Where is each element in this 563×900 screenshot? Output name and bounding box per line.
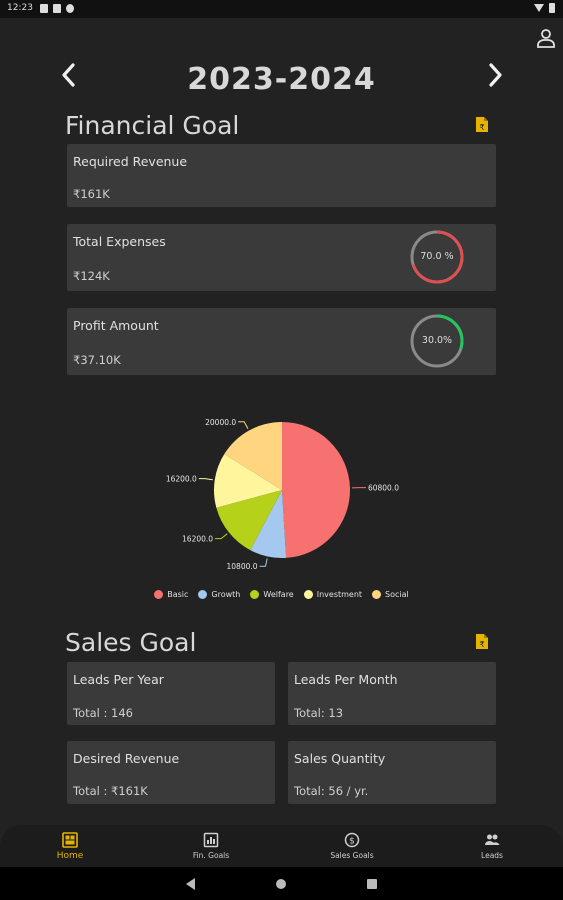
- card-label: Leads Per Month: [294, 672, 398, 687]
- bottom-navigation: Home Fin. Goals $ Sales Goals Leads: [0, 825, 563, 867]
- legend-label: Social: [385, 590, 409, 599]
- required-revenue-card[interactable]: Required Revenue ₹161K: [67, 144, 496, 207]
- legend-swatch: [372, 590, 382, 599]
- card-value: Total : ₹161K: [73, 784, 148, 798]
- expense-pie-chart: 60800.0 10800.0 16200.0 16200.0 20000.0: [166, 418, 399, 571]
- legend-swatch: [154, 590, 164, 599]
- status-time: 12:23: [7, 3, 33, 13]
- sales-goal-title: Sales Goal: [65, 628, 197, 657]
- finance-goals-icon: [203, 832, 219, 848]
- card-label: Leads Per Year: [73, 672, 164, 687]
- legend-swatch: [250, 590, 260, 599]
- sync-icon: [66, 4, 74, 13]
- tab-sales-goals[interactable]: $ Sales Goals: [282, 825, 422, 867]
- leads-per-year-card[interactable]: Leads Per Year Total : 146: [67, 662, 275, 725]
- legend-label: Welfare: [263, 590, 294, 599]
- card-value: Total: 56 / yr.: [294, 784, 369, 798]
- financial-goal-title: Financial Goal: [65, 111, 240, 140]
- pie-leader-line: [198, 478, 213, 481]
- pie-data-label: 20000.0: [205, 418, 236, 427]
- notification-icons: [40, 4, 74, 13]
- pie-slice-basic[interactable]: [282, 422, 350, 558]
- dollar-circle-icon: $: [344, 832, 360, 848]
- profit-percent-text: 30.0%: [421, 335, 453, 346]
- legend-swatch: [198, 590, 208, 599]
- svg-text:$: $: [349, 837, 355, 847]
- legend-label: Investment: [316, 590, 363, 599]
- card-label: Sales Quantity: [294, 751, 386, 766]
- svg-text:₹: ₹: [479, 123, 484, 132]
- profile-icon[interactable]: [536, 28, 556, 48]
- tab-fin-goals[interactable]: Fin. Goals: [141, 825, 281, 867]
- pie-leader-line: [259, 558, 268, 567]
- sd-card-icon: [53, 4, 61, 13]
- people-icon: [485, 834, 500, 845]
- tab-label: Home: [56, 851, 84, 861]
- svg-text:₹: ₹: [479, 640, 484, 649]
- battery-icon: [549, 3, 555, 13]
- legend-item-growth[interactable]: Growth: [198, 590, 240, 599]
- profit-amount-card[interactable]: Profit Amount ₹37.10K 30.0%: [67, 308, 496, 375]
- tab-home[interactable]: Home: [0, 825, 140, 867]
- card-value: ₹37.10K: [73, 353, 121, 367]
- desired-revenue-card[interactable]: Desired Revenue Total : ₹161K: [67, 741, 275, 804]
- card-value: Total : 146: [73, 706, 133, 720]
- expenses-percent-text: 70.0 %: [420, 251, 454, 262]
- export-document-icon[interactable]: ₹: [475, 116, 489, 133]
- card-label: Desired Revenue: [73, 751, 180, 766]
- notification-icon: [40, 4, 48, 13]
- pie-data-label: 10800.0: [227, 562, 258, 571]
- fiscal-year-title: 2023-2024: [187, 62, 376, 97]
- card-value: ₹124K: [73, 269, 110, 283]
- pie-leader-line: [215, 533, 228, 540]
- back-icon[interactable]: [186, 878, 195, 890]
- home-dashboard-icon: [62, 832, 78, 848]
- wifi-icon: [534, 4, 544, 12]
- card-value: ₹161K: [73, 187, 110, 201]
- next-year-button[interactable]: [484, 60, 506, 90]
- legend-label: Basic: [167, 590, 189, 599]
- leads-per-month-card[interactable]: Leads Per Month Total: 13: [288, 662, 496, 725]
- pie-legend: Basic Growth Welfare Investment Social: [0, 590, 563, 599]
- pie-data-label: 16200.0: [182, 535, 213, 544]
- pie-data-label: 16200.0: [166, 475, 197, 484]
- card-label: Total Expenses: [73, 234, 166, 249]
- legend-item-welfare[interactable]: Welfare: [250, 590, 294, 599]
- legend-swatch: [303, 590, 313, 599]
- system-navigation-bar: [0, 867, 563, 900]
- pie-data-label: 60800.0: [368, 484, 399, 493]
- system-indicators: [534, 3, 555, 13]
- tab-leads[interactable]: Leads: [422, 825, 562, 867]
- card-label: Profit Amount: [73, 318, 159, 333]
- recents-icon[interactable]: [367, 879, 377, 889]
- tab-label: Sales Goals: [330, 851, 374, 860]
- card-label: Required Revenue: [73, 154, 188, 169]
- home-icon[interactable]: [276, 879, 286, 889]
- legend-item-basic[interactable]: Basic: [154, 590, 188, 599]
- pie-leader-line: [238, 421, 249, 430]
- card-value: Total: 13: [294, 706, 344, 720]
- legend-item-investment[interactable]: Investment: [303, 590, 363, 599]
- sales-quantity-card[interactable]: Sales Quantity Total: 56 / yr.: [288, 741, 496, 804]
- tab-label: Leads: [481, 851, 503, 860]
- total-expenses-card[interactable]: Total Expenses ₹124K 70.0 %: [67, 224, 496, 291]
- export-document-icon[interactable]: ₹: [475, 633, 489, 650]
- status-bar: 12:23: [0, 0, 563, 18]
- tab-label: Fin. Goals: [192, 851, 230, 860]
- legend-item-social[interactable]: Social: [372, 590, 409, 599]
- legend-label: Growth: [211, 590, 241, 599]
